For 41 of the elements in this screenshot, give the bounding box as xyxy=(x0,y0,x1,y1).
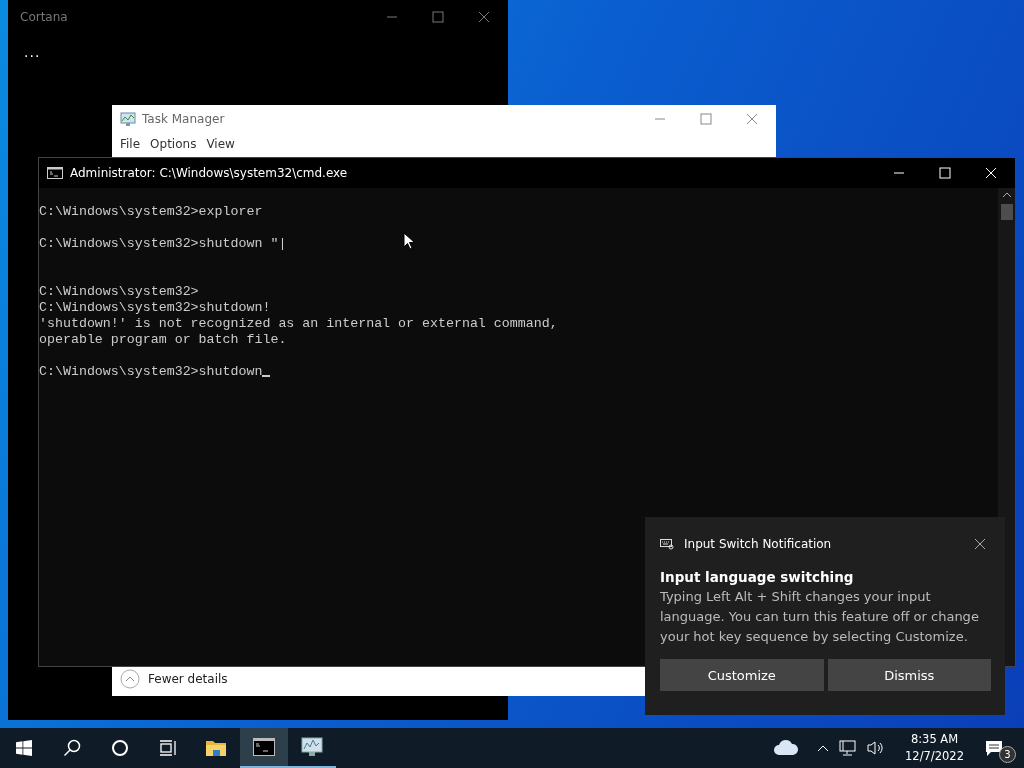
console-icon xyxy=(47,167,63,179)
notification-source: Input Switch Notification xyxy=(684,537,832,551)
search-icon xyxy=(63,739,81,757)
speaker-icon[interactable] xyxy=(867,740,886,756)
cloud-icon[interactable] xyxy=(773,740,800,756)
monitor-chart-icon xyxy=(120,111,136,127)
console-line: C:\Windows\system32>shutdown! xyxy=(39,300,271,315)
mouse-pointer-icon xyxy=(403,232,415,250)
fewer-details-link[interactable]: Fewer details xyxy=(148,672,228,686)
notification-count-badge: 3 xyxy=(999,746,1016,763)
task-view-icon xyxy=(159,740,177,756)
window-title: Task Manager xyxy=(142,112,225,126)
notification-button[interactable]: Dismiss xyxy=(827,659,991,691)
console-line: C:\Windows\system32>explorer xyxy=(39,204,263,219)
chevron-up-icon[interactable] xyxy=(817,744,830,752)
console-line: operable program or batch file. xyxy=(39,332,287,347)
notification-body: Typing Left Alt + Shift changes your input language. You can turn this feature off or change your hot key sequence by selecting Customize. xyxy=(660,588,980,646)
menu-item[interactable]: File xyxy=(120,137,141,151)
console-line: C:\Windows\system32>shutdown xyxy=(39,364,263,379)
console-icon xyxy=(253,738,275,756)
network-icon[interactable] xyxy=(839,740,858,756)
menu-item[interactable]: View xyxy=(206,137,235,151)
console-line: 'shutdown!' is not recognized as an internal or external command, xyxy=(39,316,558,331)
circle-icon xyxy=(111,739,129,757)
taskbar-button[interactable] xyxy=(240,728,288,768)
windows-logo-icon xyxy=(16,740,32,756)
console-line: C:\Windows\system32>shutdown "| xyxy=(39,236,287,251)
folder-icon xyxy=(205,739,227,757)
clock[interactable]: 8:35 AM 12/7/2022 xyxy=(905,731,964,765)
scrollbar-thumb[interactable] xyxy=(1000,204,1013,220)
close-icon[interactable] xyxy=(975,539,985,549)
loading-text: ... xyxy=(24,44,41,60)
keyboard-icon xyxy=(660,538,674,550)
notification-center-icon[interactable] xyxy=(984,739,1004,757)
notification-title: Input language switching xyxy=(660,569,855,585)
window-title: Administrator: C:\Windows\system32\cmd.exe xyxy=(70,166,348,180)
menu-item[interactable]: Options xyxy=(150,137,197,151)
console-line: C:\Windows\system32> xyxy=(39,284,199,299)
notification-button[interactable]: Customize xyxy=(660,659,824,691)
monitor-chart-icon xyxy=(300,736,324,758)
window-title: Cortana xyxy=(20,10,68,24)
